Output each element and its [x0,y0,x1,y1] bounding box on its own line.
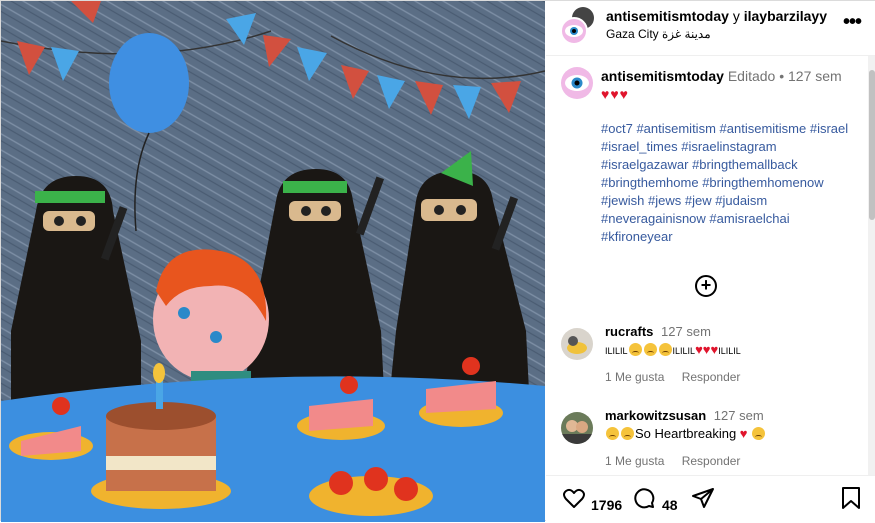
hashtag-link[interactable]: #israelinstagram [681,139,776,154]
scrollbar[interactable] [868,56,875,476]
comment-actions: 1 Me gusta Responder [605,454,754,468]
caption-header: antisemitismtoday Editado • 127 sem [601,68,842,84]
hashtag-link[interactable]: #israel [810,121,848,136]
share-icon[interactable] [691,486,715,515]
hashtag-link[interactable]: #amisraelchai [709,211,789,226]
hashtag-link[interactable]: #jews [648,193,681,208]
crying-face-icon [643,343,657,356]
header-username-1[interactable]: antisemitismtoday [606,8,729,24]
caption-avatar[interactable] [561,67,593,99]
post-sidebar: antisemitismtoday y ilaybarzilayy Gaza C… [546,1,875,522]
hashtag-link[interactable]: #jew [685,193,712,208]
caption-edited: Editado [727,68,776,84]
action-bar: 1796 48 [546,475,875,523]
comment-reply[interactable]: Responder [682,454,741,468]
hashtag-link[interactable]: #israel_times [601,139,678,154]
post-header: antisemitismtoday y ilaybarzilayy Gaza C… [546,1,875,56]
comment-reply[interactable]: Responder [682,370,741,384]
comments-scroll-area[interactable]: antisemitismtoday Editado • 127 sem ♥♥♥ … [546,56,868,476]
like-icon[interactable] [562,486,586,515]
crying-face-icon [752,427,766,440]
crying-face-icon [628,343,642,356]
hashtag-link[interactable]: #antisemitisme [720,121,807,136]
comment-time[interactable]: 127 sem [661,324,711,339]
caption-username[interactable]: antisemitismtoday [601,68,724,84]
hashtag-link[interactable]: #antisemitism [636,121,715,136]
red-heart-icon: ♥ [739,426,748,441]
caption-hashtags: #oct7 #antisemitism #antisemitisme #isra… [601,120,863,246]
like-count[interactable]: 1796 [591,497,622,513]
comment-text: ILILIL ILILIL♥♥♥ILILIL [605,342,741,357]
collab-avatar-front[interactable] [560,17,588,45]
caption-separator: • [779,68,785,84]
comment-text: So Heartbreaking ♥ [605,426,766,441]
post-modal: antisemitismtoday y ilaybarzilayy Gaza C… [0,0,875,522]
comment-username[interactable]: markowitzsusan [605,408,706,423]
comment-actions: 1 Me gusta Responder [605,370,754,384]
collab-names: antisemitismtoday y ilaybarzilayy [606,8,827,24]
hashtag-link[interactable]: #jewish [601,193,644,208]
comment-likes[interactable]: 1 Me gusta [605,370,664,384]
comment-text-part: So Heartbreaking [635,426,737,441]
post-location[interactable]: Gaza City مدينة غزة [606,27,711,41]
caption-time[interactable]: 127 sem [788,68,842,84]
comment-text-part: ILILIL [672,346,696,356]
comment-avatar[interactable] [561,412,593,444]
comment-icon[interactable] [632,486,656,515]
header-joiner: y [732,8,740,24]
more-icon[interactable]: ••• [842,12,862,35]
scrollbar-thumb[interactable] [869,70,875,220]
red-heart-icon: ♥ [702,342,711,357]
hashtag-link[interactable]: #bringthemhome [601,175,699,190]
comment-time[interactable]: 127 sem [714,408,764,423]
crying-face-icon [621,427,634,440]
hashtag-link[interactable]: #bringthemhomenow [702,175,823,190]
crying-face-icon [658,343,672,356]
post-image[interactable] [1,1,545,522]
hashtag-link[interactable]: #judaism [715,193,767,208]
comment-avatar[interactable] [561,328,593,360]
hashtag-link[interactable]: #israelgazawar [601,157,688,172]
red-heart-icon: ♥ [695,342,703,357]
load-more-icon[interactable]: + [695,275,717,297]
illustration [1,1,545,522]
hashtag-link[interactable]: #oct7 [601,121,633,136]
hashtag-link[interactable]: #neveragainisnow [601,211,706,226]
comment-header: markowitzsusan 127 sem [605,408,764,423]
crying-face-icon [606,427,619,440]
comment-count[interactable]: 48 [662,497,678,513]
save-icon[interactable] [840,486,862,515]
hashtag-link[interactable]: #kfironeyear [601,229,673,244]
comment-likes[interactable]: 1 Me gusta [605,454,664,468]
comment-header: rucrafts 127 sem [605,324,711,339]
comment-text-part: ILILIL [605,346,628,356]
comment-username[interactable]: rucrafts [605,324,653,339]
hashtag-link[interactable]: #bringthemallback [692,157,798,172]
caption-hearts: ♥♥♥ [601,86,629,102]
comment-text-part: ILILIL [718,346,741,356]
header-username-2[interactable]: ilaybarzilayy [744,8,827,24]
